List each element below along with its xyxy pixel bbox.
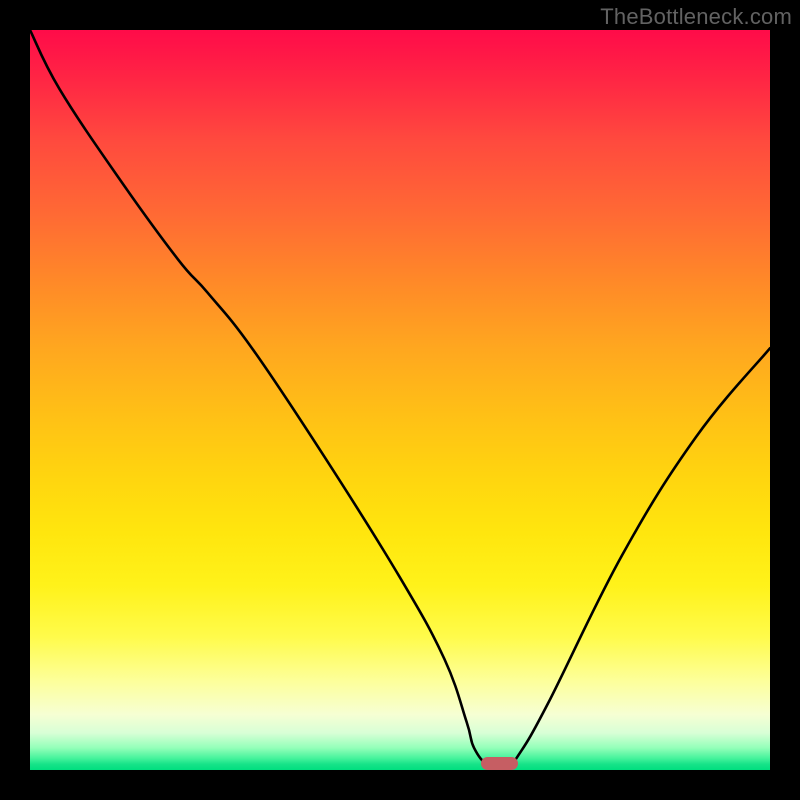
bottleneck-curve (30, 30, 770, 770)
chart-frame: TheBottleneck.com (0, 0, 800, 800)
plot-area (30, 30, 770, 770)
optimal-range-marker (481, 757, 518, 770)
watermark-text: TheBottleneck.com (600, 4, 792, 30)
